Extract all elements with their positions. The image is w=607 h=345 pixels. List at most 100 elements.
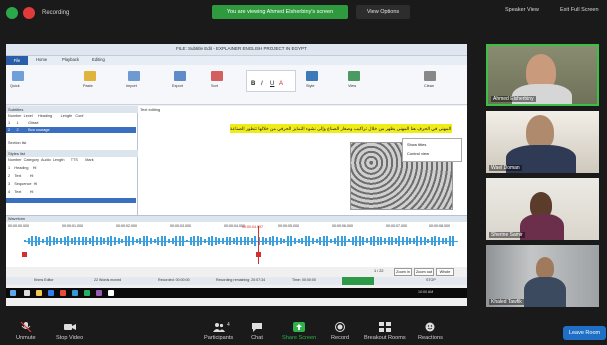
tab-home[interactable]: Home <box>36 57 47 62</box>
font-color-icon[interactable]: A <box>279 81 283 87</box>
playhead-marker[interactable] <box>256 252 261 257</box>
leave-room-button[interactable]: Leave Room <box>563 326 606 340</box>
list-item-selected[interactable] <box>6 198 136 203</box>
status-text: Time: 00:00:00 <box>292 278 316 282</box>
share-screen-button[interactable]: Share Screen <box>282 322 316 341</box>
import-button[interactable] <box>128 71 140 81</box>
app-icon[interactable] <box>60 290 66 296</box>
status-text: Recorded: 00:00:00 <box>158 278 190 282</box>
waveform-bar <box>160 236 163 246</box>
waveform-bar <box>438 237 440 245</box>
exit-fullscreen-button[interactable]: Exit Full Screen <box>560 7 599 13</box>
zoom-in-button[interactable]: Zoom in <box>394 268 412 276</box>
toolbar-label: Reactions <box>418 335 443 341</box>
waveform-bar <box>157 236 160 246</box>
app-title-bar: FILE: Subtitle Edit - EXPLAINER ENGLISH … <box>6 44 467 56</box>
waveform-bar <box>146 236 149 246</box>
export-button[interactable] <box>174 71 186 81</box>
waveform-bar <box>322 236 325 246</box>
participant-head <box>526 115 554 149</box>
tab-file[interactable]: File <box>6 56 28 65</box>
style-button[interactable] <box>306 71 318 81</box>
menu-item-control-view[interactable]: Control view <box>407 151 429 156</box>
waveform-bar <box>283 238 286 244</box>
quick-button[interactable] <box>12 71 24 81</box>
list-item[interactable]: 1 Heading Hl <box>8 166 36 170</box>
ribbon-label: Clean <box>424 84 434 88</box>
waveform-bar <box>344 236 347 246</box>
underline-icon[interactable]: U <box>270 81 274 87</box>
search-icon[interactable] <box>24 290 30 296</box>
start-icon[interactable] <box>10 290 16 296</box>
waveform-bar <box>207 236 210 246</box>
waveform-bar <box>99 236 102 246</box>
unmute-button[interactable]: Unmute <box>16 322 36 341</box>
sort-button[interactable] <box>211 71 223 81</box>
record-button[interactable]: Record <box>331 322 349 341</box>
participant-name: Ahmed Elsherbiny <box>491 96 536 102</box>
waveform-bar <box>222 237 224 245</box>
participant-video-sherine[interactable]: Sherine Samir <box>486 178 599 240</box>
stop-video-button[interactable]: Stop Video <box>56 322 83 341</box>
waveform-panel[interactable]: Waveform 00:00:00.000 00:00:01.000 00:00… <box>6 215 467 267</box>
waveform-bar <box>121 238 124 244</box>
app-status-bar: Khms Editor 22 Words moved Recorded: 00:… <box>6 277 467 285</box>
paste-button[interactable] <box>84 71 96 81</box>
waveform-bar <box>394 238 397 244</box>
waveform-bar <box>294 237 296 245</box>
edge-icon[interactable] <box>48 290 54 296</box>
subtitle-text-line[interactable]: تسيح المتحف تحكى عن المهنى في الحرف هنا … <box>230 124 452 133</box>
app-icon[interactable] <box>72 290 78 296</box>
waveform-bar <box>204 238 206 244</box>
participant-video-khaled[interactable]: Khaled Tawfik <box>486 245 599 307</box>
waveform-bar <box>297 238 300 244</box>
font-format-group[interactable]: B I U A <box>246 70 296 92</box>
folder-icon[interactable] <box>36 290 42 296</box>
pane-title: Subtitles <box>6 106 138 113</box>
audio-waveform[interactable] <box>24 236 458 246</box>
playhead[interactable] <box>258 226 259 264</box>
reactions-button[interactable]: Reactions <box>418 322 443 341</box>
waveform-bar <box>416 236 419 246</box>
app-icon[interactable] <box>96 290 102 296</box>
waveform-bar <box>402 237 404 245</box>
breakout-rooms-button[interactable]: Breakout Rooms <box>364 322 406 341</box>
tab-editing[interactable]: Editing <box>92 57 105 62</box>
ribbon-label: Paste <box>83 84 93 88</box>
participant-video-wael[interactable]: Wael Doman <box>486 111 599 173</box>
waveform-bar <box>261 237 264 245</box>
waveform-bar <box>110 236 113 246</box>
column-headers: Number Category Audio Length TTS Mark <box>8 158 94 162</box>
table-row[interactable]: 2 2 Bon courage <box>8 128 50 132</box>
view-options-button[interactable]: View Options <box>356 5 410 19</box>
speaker-view-button[interactable]: Speaker View <box>505 7 539 13</box>
waveform-bar <box>218 237 221 245</box>
clean-button[interactable] <box>424 71 436 81</box>
view-button[interactable] <box>348 71 360 81</box>
tab-playback[interactable]: Playback <box>62 57 79 62</box>
zoom-out-button[interactable]: Zoom out <box>414 268 434 276</box>
list-item[interactable]: 4 Text Hl <box>8 190 33 194</box>
app-icon[interactable] <box>84 290 90 296</box>
time-tick: 00:00:08.000 <box>429 224 450 228</box>
start-marker[interactable] <box>22 252 27 257</box>
italic-icon[interactable]: I <box>261 81 263 87</box>
toolbar-label: Chat <box>251 335 263 341</box>
participant-video-ahmed[interactable]: Ahmed Elsherbiny <box>486 44 599 106</box>
list-item[interactable]: 2 Text Hl <box>8 174 33 178</box>
chat-button[interactable]: Chat <box>251 322 263 341</box>
bold-icon[interactable]: B <box>251 81 255 87</box>
list-item[interactable]: 3 Sequence Hl <box>8 182 37 186</box>
editor-tab[interactable]: Text editing <box>140 107 160 112</box>
app-icon[interactable] <box>108 290 114 296</box>
whole-button[interactable]: Whole <box>436 268 454 276</box>
waveform-bar <box>193 236 196 246</box>
security-shield-icon[interactable] <box>6 7 18 19</box>
table-row[interactable]: 1 1 Glissé <box>8 121 39 125</box>
waveform-bar <box>42 238 44 244</box>
waveform-bar <box>434 236 437 246</box>
menu-item-show-titles[interactable]: Show titles <box>407 142 426 147</box>
progress-bar <box>342 277 374 285</box>
ribbon-label: Import <box>126 84 137 88</box>
waveform-bar <box>362 237 365 245</box>
